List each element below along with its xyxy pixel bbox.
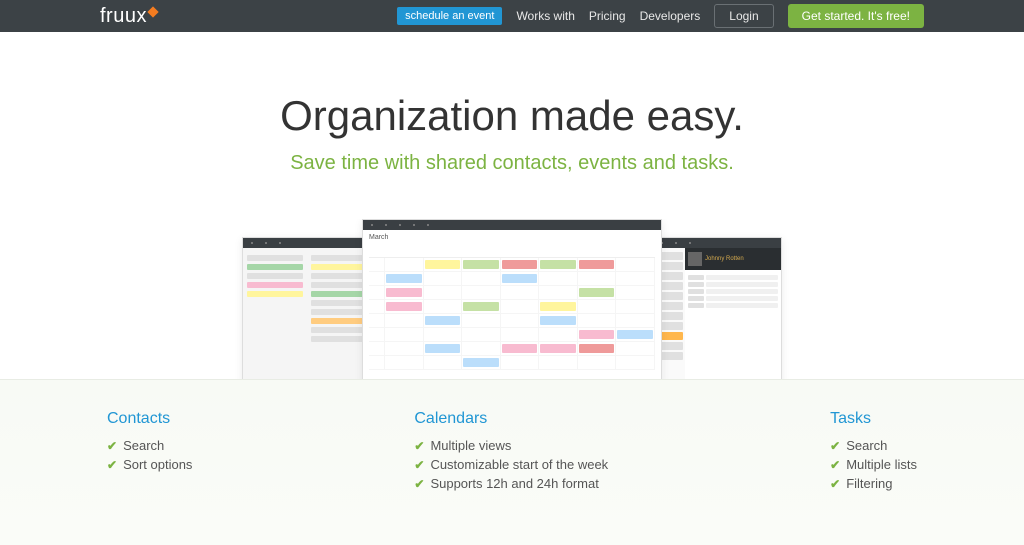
calendar-month-label: March (369, 234, 655, 241)
feature-tasks: Tasks ✔Search ✔Multiple lists ✔Filtering (830, 410, 917, 495)
features-section: Contacts ✔Search ✔Sort options Calendars… (0, 379, 1024, 545)
check-icon: ✔ (107, 439, 117, 453)
check-icon: ✔ (830, 477, 840, 491)
screenshot-calendar: March (362, 219, 662, 379)
get-started-button[interactable]: Get started. It's free! (788, 4, 924, 28)
product-screenshots: March (0, 219, 1024, 379)
feature-item: ✔Multiple views (414, 438, 608, 453)
feature-title-contacts: Contacts (107, 410, 192, 428)
feature-item: ✔Customizable start of the week (414, 457, 608, 472)
feature-calendars: Calendars ✔Multiple views ✔Customizable … (414, 410, 608, 495)
contact-name: Johnny Rotten (705, 256, 744, 262)
check-icon: ✔ (830, 458, 840, 472)
schedule-event-badge[interactable]: schedule an event (397, 7, 502, 25)
screenshot-tasks (242, 237, 372, 379)
check-icon: ✔ (107, 458, 117, 472)
avatar (688, 252, 702, 266)
logo-accent-icon (147, 6, 158, 17)
feature-item: ✔Search (107, 438, 192, 453)
check-icon: ✔ (414, 458, 424, 472)
navbar: fruux schedule an event Works with Prici… (0, 0, 1024, 32)
feature-item: ✔Filtering (830, 476, 917, 491)
login-button[interactable]: Login (714, 4, 773, 28)
logo[interactable]: fruux (100, 5, 157, 28)
logo-text: fruux (100, 5, 147, 28)
screenshot-contacts: Johnny Rotten (652, 237, 782, 379)
hero-section: Organization made easy. Save time with s… (0, 32, 1024, 175)
check-icon: ✔ (830, 439, 840, 453)
check-icon: ✔ (414, 477, 424, 491)
feature-item: ✔Supports 12h and 24h format (414, 476, 608, 491)
feature-title-calendars: Calendars (414, 410, 608, 428)
feature-item: ✔Multiple lists (830, 457, 917, 472)
hero-title: Organization made easy. (0, 92, 1024, 140)
nav-link-developers[interactable]: Developers (640, 9, 701, 23)
hero-subtitle: Save time with shared contacts, events a… (0, 152, 1024, 175)
feature-title-tasks: Tasks (830, 410, 917, 428)
feature-item: ✔Sort options (107, 457, 192, 472)
nav-link-works-with[interactable]: Works with (516, 9, 574, 23)
nav-right: schedule an event Works with Pricing Dev… (397, 4, 924, 28)
feature-contacts: Contacts ✔Search ✔Sort options (107, 410, 192, 495)
nav-link-pricing[interactable]: Pricing (589, 9, 626, 23)
feature-item: ✔Search (830, 438, 917, 453)
check-icon: ✔ (414, 439, 424, 453)
